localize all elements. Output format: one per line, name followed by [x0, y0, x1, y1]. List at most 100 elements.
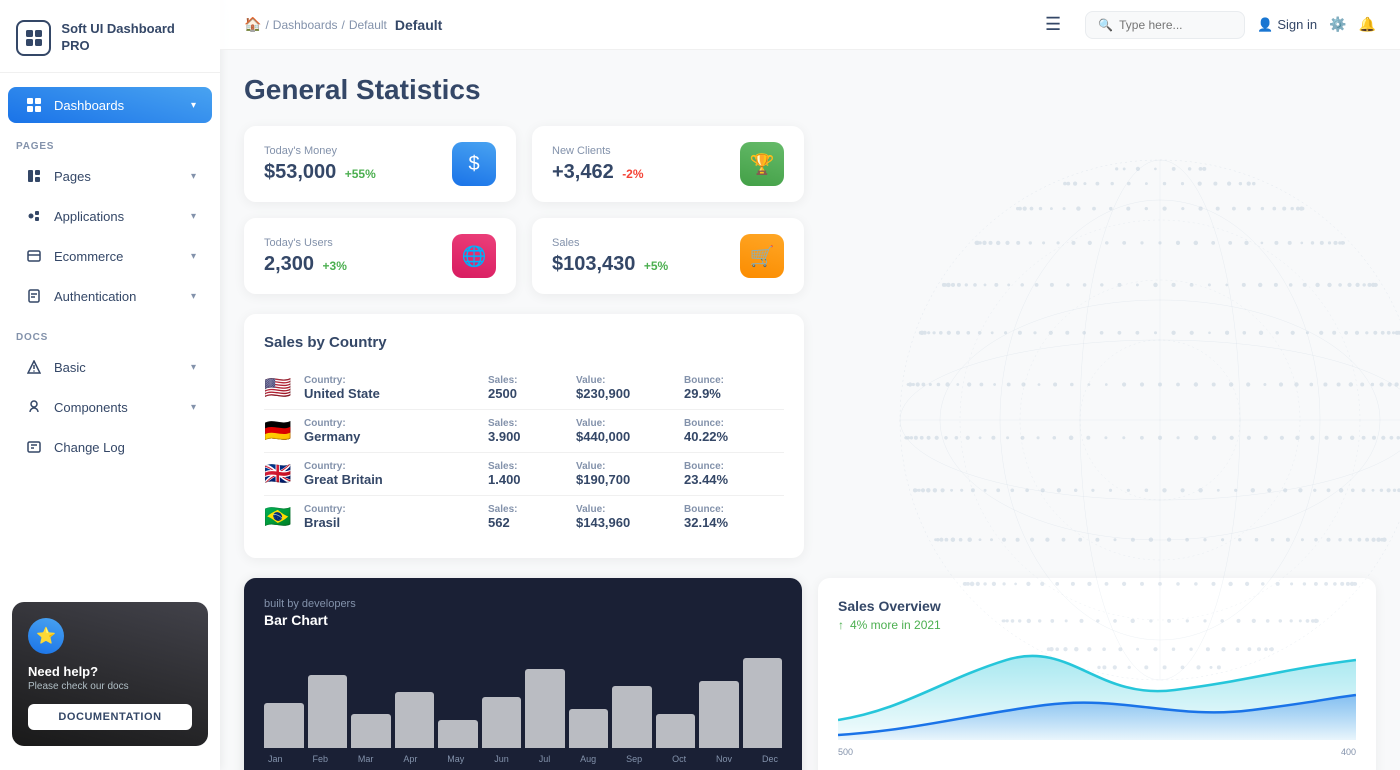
- dashboards-label: Dashboards: [54, 98, 181, 113]
- stat-users-label: Today's Users: [264, 237, 347, 249]
- pages-section-label: PAGES: [0, 125, 220, 156]
- bar: [699, 681, 739, 749]
- bar-label: Oct: [672, 754, 686, 764]
- country-sales: Sales: 562: [488, 504, 568, 530]
- sales-overview-card: Sales Overview ↑ 4% more in 2021: [818, 578, 1376, 770]
- applications-label: Applications: [54, 209, 181, 224]
- bar-chart-card: built by developers Bar Chart JanFebMarA…: [244, 578, 802, 770]
- logo-icon: [16, 20, 51, 56]
- breadcrumb: 🏠 / Dashboards / Default Default: [244, 16, 1021, 33]
- stat-sales-label: Sales: [552, 237, 668, 249]
- bar: [308, 675, 348, 748]
- sidebar-item-dashboards[interactable]: Dashboards ▾: [8, 87, 212, 123]
- stat-money-info: Today's Money $53,000 +55%: [264, 145, 376, 184]
- bar-chart: [264, 648, 782, 748]
- bar-label: Jan: [268, 754, 283, 764]
- settings-icon[interactable]: ⚙️: [1329, 16, 1346, 33]
- stat-clients-info: New Clients +3,462 -2%: [552, 145, 644, 184]
- clients-icon: 🏆: [740, 142, 784, 186]
- bar: [438, 720, 478, 748]
- bar-label: Nov: [716, 754, 732, 764]
- hamburger-icon[interactable]: ☰: [1037, 10, 1069, 39]
- bar-label: Aug: [580, 754, 596, 764]
- applications-icon: [24, 206, 44, 226]
- country-bounce: Bounce: 40.22%: [684, 418, 784, 444]
- sidebar-item-pages[interactable]: Pages ▾: [8, 158, 212, 194]
- stat-users-row: 2,300 +3%: [264, 253, 347, 276]
- basic-arrow: ▾: [191, 362, 196, 373]
- stat-clients-label: New Clients: [552, 145, 644, 157]
- ecommerce-label: Ecommerce: [54, 249, 181, 264]
- dashboards-arrow: ▾: [191, 100, 196, 111]
- stat-card-sales: Sales $103,430 +5% 🛒: [532, 218, 804, 294]
- components-label: Components: [54, 400, 181, 415]
- bar: [525, 669, 565, 748]
- authentication-arrow: ▾: [191, 291, 196, 302]
- users-icon: 🌐: [452, 234, 496, 278]
- stat-card-clients: New Clients +3,462 -2% 🏆: [532, 126, 804, 202]
- breadcrumb-sep-1: /: [265, 18, 268, 32]
- sidebar-item-ecommerce[interactable]: Ecommerce ▾: [8, 238, 212, 274]
- table-row: 🇺🇸 Country: United State Sales: 2500 Val…: [264, 367, 784, 410]
- money-icon: $: [452, 142, 496, 186]
- docs-section-label: DOCS: [0, 316, 220, 347]
- stat-money-row: $53,000 +55%: [264, 161, 376, 184]
- bar: [395, 692, 435, 748]
- home-icon[interactable]: 🏠: [244, 16, 261, 33]
- nav-right: 🔍 👤 Sign in ⚙️ 🔔: [1085, 11, 1376, 39]
- components-arrow: ▾: [191, 402, 196, 413]
- notifications-icon[interactable]: 🔔: [1359, 16, 1376, 33]
- stat-clients-row: +3,462 -2%: [552, 161, 644, 184]
- stat-clients-change: -2%: [622, 167, 643, 181]
- sidebar-item-basic[interactable]: Basic ▾: [8, 349, 212, 385]
- content-area: General Statistics Today's Money $53,000…: [220, 50, 1400, 770]
- bar-chart-labels: JanFebMarAprMayJunJulAugSepOctNovDec: [264, 754, 782, 764]
- signin-button[interactable]: 👤 Sign in: [1257, 17, 1317, 33]
- help-card: ⭐ Need help? Please check our docs DOCUM…: [12, 602, 208, 746]
- breadcrumb-dashboards[interactable]: Dashboards: [273, 18, 338, 32]
- bar: [482, 697, 522, 748]
- app-name: Soft UI Dashboard PRO: [61, 21, 204, 55]
- breadcrumb-sep-2: /: [342, 18, 345, 32]
- bar-label: Feb: [312, 754, 328, 764]
- stat-sales-row: $103,430 +5%: [552, 253, 668, 276]
- components-icon: [24, 397, 44, 417]
- stat-sales-info: Sales $103,430 +5%: [552, 237, 668, 276]
- country-bounce: Bounce: 29.9%: [684, 375, 784, 401]
- up-arrow-icon: ↑: [838, 618, 844, 632]
- help-card-title: Need help?: [28, 664, 192, 679]
- bar: [612, 686, 652, 748]
- country-bounce: Bounce: 23.44%: [684, 461, 784, 487]
- country-info: Country: Brasil: [304, 504, 480, 530]
- sidebar-logo: Soft UI Dashboard PRO: [0, 0, 220, 73]
- bar-label: Apr: [403, 754, 417, 764]
- sidebar-item-applications[interactable]: Applications ▾: [8, 198, 212, 234]
- bar-label: Dec: [762, 754, 778, 764]
- bar-chart-title: Bar Chart: [264, 612, 356, 628]
- stat-money-change: +55%: [345, 167, 376, 181]
- page-title: General Statistics: [244, 74, 1376, 106]
- documentation-button[interactable]: DOCUMENTATION: [28, 704, 192, 730]
- sidebar-item-authentication[interactable]: Authentication ▾: [8, 278, 212, 314]
- basic-icon: [24, 357, 44, 377]
- stat-money-value: $53,000: [264, 161, 336, 183]
- bar: [743, 658, 783, 748]
- authentication-label: Authentication: [54, 289, 181, 304]
- sidebar-item-changelog[interactable]: Change Log: [8, 429, 212, 465]
- search-input[interactable]: [1119, 18, 1232, 32]
- changelog-label: Change Log: [54, 440, 196, 455]
- bar: [656, 714, 696, 748]
- country-info: Country: United State: [304, 375, 480, 401]
- breadcrumb-default[interactable]: Default: [349, 18, 387, 32]
- sidebar-item-components[interactable]: Components ▾: [8, 389, 212, 425]
- chart-y-500: 500: [838, 747, 853, 757]
- help-card-subtitle: Please check our docs: [28, 681, 192, 692]
- stat-card-money: Today's Money $53,000 +55% $: [244, 126, 516, 202]
- sales-country-title: Sales by Country: [264, 334, 784, 351]
- main-area: 🏠 / Dashboards / Default Default ☰ 🔍 👤 S…: [220, 0, 1400, 770]
- bar-label: Sep: [626, 754, 642, 764]
- pages-icon: [24, 166, 44, 186]
- search-icon: 🔍: [1098, 18, 1113, 32]
- sidebar: Soft UI Dashboard PRO Dashboards ▾ PAGES…: [0, 0, 220, 770]
- stat-users-info: Today's Users 2,300 +3%: [264, 237, 347, 276]
